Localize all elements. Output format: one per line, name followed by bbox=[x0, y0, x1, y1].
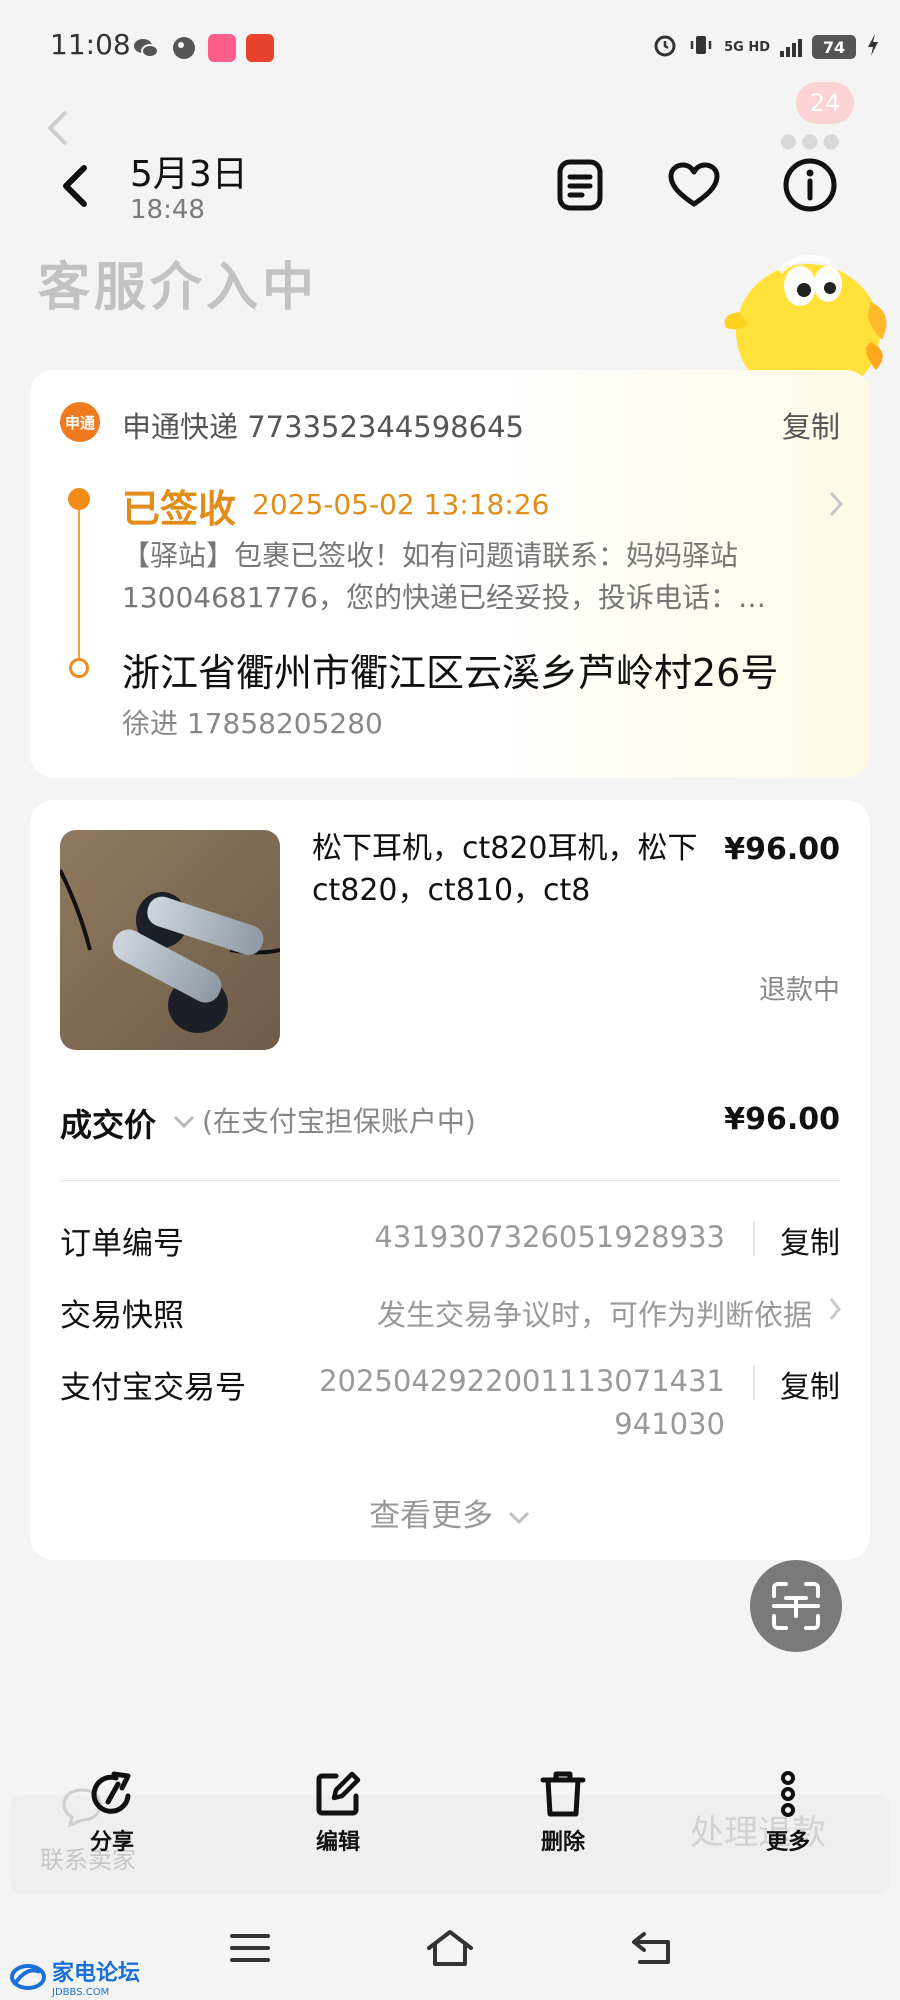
logistics-card[interactable]: 申通 申通快递 773352344598645 复制 已签收 2025-05-0… bbox=[30, 370, 870, 778]
alarm-icon bbox=[652, 32, 678, 62]
copy-order-number-button[interactable]: 复制 bbox=[780, 1218, 840, 1262]
home-icon bbox=[427, 1930, 473, 1966]
more-button[interactable]: 更多 bbox=[728, 1770, 848, 1856]
courier-logo: 申通 bbox=[60, 402, 100, 442]
copy-tracking-button[interactable]: 复制 bbox=[782, 404, 840, 446]
delete-label: 删除 bbox=[540, 1830, 585, 1855]
order-number-value: 4319307326051928933 bbox=[374, 1220, 725, 1254]
snapshot-label: 交易快照 bbox=[60, 1298, 184, 1334]
status-time: 11:08 bbox=[50, 28, 131, 61]
signal-icon bbox=[780, 37, 802, 57]
delivery-time: 2025-05-02 13:18:26 bbox=[252, 488, 550, 521]
info-icon bbox=[783, 158, 837, 212]
back-nav-button[interactable] bbox=[622, 1920, 682, 1976]
courier-tracking-number: 申通快递 773352344598645 bbox=[122, 410, 524, 444]
view-more-button[interactable]: 查看更多 bbox=[30, 1490, 870, 1535]
forum-watermark: 家电论坛 JDBBS.COM bbox=[10, 1955, 140, 1998]
header-time: 18:48 bbox=[130, 195, 205, 225]
chevron-down-icon[interactable] bbox=[172, 1114, 196, 1134]
forum-domain: JDBBS.COM bbox=[52, 1987, 110, 1998]
note-icon bbox=[557, 159, 603, 211]
product-title[interactable]: 松下耳机，ct820耳机，松下ct820，ct810，ct8 bbox=[312, 828, 732, 912]
edit-button[interactable]: 编辑 bbox=[278, 1770, 398, 1856]
app-notification-icon bbox=[170, 34, 198, 62]
chevron-down-icon bbox=[508, 1511, 529, 1524]
product-image[interactable] bbox=[60, 830, 280, 1050]
deal-price-value: ¥96.00 bbox=[724, 1102, 840, 1137]
timeline-dot-destination bbox=[69, 658, 89, 678]
menu-nav-button[interactable] bbox=[220, 1920, 280, 1976]
alipay-trade-value-line1: 2025042922001113071431 bbox=[319, 1364, 725, 1398]
shopping-app-icon bbox=[208, 34, 236, 62]
home-nav-button[interactable] bbox=[420, 1920, 480, 1976]
delivery-status: 已签收 bbox=[122, 487, 237, 531]
return-icon bbox=[632, 1932, 670, 1964]
share-icon bbox=[91, 1771, 131, 1814]
view-more-label: 查看更多 bbox=[369, 1498, 494, 1534]
timeline-line bbox=[78, 503, 80, 659]
deal-price-label[interactable]: 成交价 bbox=[60, 1100, 156, 1146]
status-indicators: 5G HD 74 bbox=[652, 30, 880, 64]
status-bar: 11:08 5G HD 74 bbox=[0, 0, 900, 90]
forum-name: 家电论坛 bbox=[52, 1961, 141, 1986]
vibrate-icon bbox=[688, 32, 714, 62]
delivery-address: 浙江省衢州市衢江区云溪乡芦岭村26号 bbox=[122, 651, 779, 695]
back-button[interactable] bbox=[50, 158, 100, 214]
chevron-right-icon[interactable] bbox=[828, 1296, 842, 1326]
alipay-trade-value-line2: 941030 bbox=[614, 1407, 725, 1441]
mascot-illustration bbox=[720, 232, 890, 400]
recipient-contact: 徐进 17858205280 bbox=[122, 707, 383, 740]
delete-button[interactable]: 删除 bbox=[503, 1770, 623, 1856]
info-button[interactable] bbox=[780, 155, 840, 215]
delivery-description: 【驿站】包裹已签收！如有问题请联系：妈妈驿站13004681776，您的快递已经… bbox=[122, 539, 766, 614]
copy-alipay-trade-button[interactable]: 复制 bbox=[780, 1362, 840, 1406]
trash-icon bbox=[540, 1771, 586, 1817]
favorite-button[interactable] bbox=[664, 155, 724, 215]
order-card: 松下耳机，ct820耳机，松下ct820，ct810，ct8 ¥96.00 退款… bbox=[30, 800, 870, 1560]
menu-icon bbox=[230, 1934, 270, 1962]
product-price: ¥96.00 bbox=[724, 832, 840, 867]
wechat-icon bbox=[132, 34, 160, 62]
heart-icon bbox=[668, 162, 720, 207]
scan-button[interactable] bbox=[750, 1560, 842, 1652]
share-label: 分享 bbox=[89, 1830, 134, 1855]
scan-text-icon bbox=[772, 1582, 820, 1630]
divider bbox=[60, 1180, 840, 1181]
timeline-dot-current bbox=[68, 488, 90, 510]
row-separator bbox=[753, 1366, 755, 1400]
refund-status[interactable]: 退款中 bbox=[759, 968, 840, 1007]
note-button[interactable] bbox=[550, 155, 610, 215]
chevron-right-icon[interactable] bbox=[828, 490, 844, 522]
charging-icon bbox=[866, 33, 880, 61]
background-back-icon bbox=[46, 108, 70, 152]
background-title: 客服介入中 bbox=[38, 258, 319, 318]
background-dots: ●●● bbox=[779, 128, 844, 152]
more-label: 更多 bbox=[765, 1830, 810, 1855]
alipay-trade-label: 支付宝交易号 bbox=[60, 1370, 246, 1406]
edit-label: 编辑 bbox=[315, 1830, 360, 1855]
network-label: 5G HD bbox=[724, 39, 770, 55]
forum-logo-icon bbox=[10, 1963, 46, 1990]
edit-icon bbox=[316, 1771, 361, 1816]
order-number-label: 订单编号 bbox=[60, 1226, 184, 1262]
background-badge: 24 bbox=[796, 82, 854, 124]
row-separator bbox=[753, 1222, 755, 1256]
snapshot-value[interactable]: 发生交易争议时，可作为判断依据 bbox=[377, 1292, 812, 1334]
share-button[interactable]: 分享 bbox=[52, 1770, 172, 1856]
deal-price-note: (在支付宝担保账户中) bbox=[202, 1105, 476, 1138]
battery-indicator: 74 bbox=[812, 35, 856, 59]
back-arrow-icon bbox=[63, 165, 87, 207]
more-icon bbox=[781, 1771, 795, 1817]
header-date: 5月3日 bbox=[130, 154, 248, 195]
red-app-icon bbox=[246, 34, 274, 62]
